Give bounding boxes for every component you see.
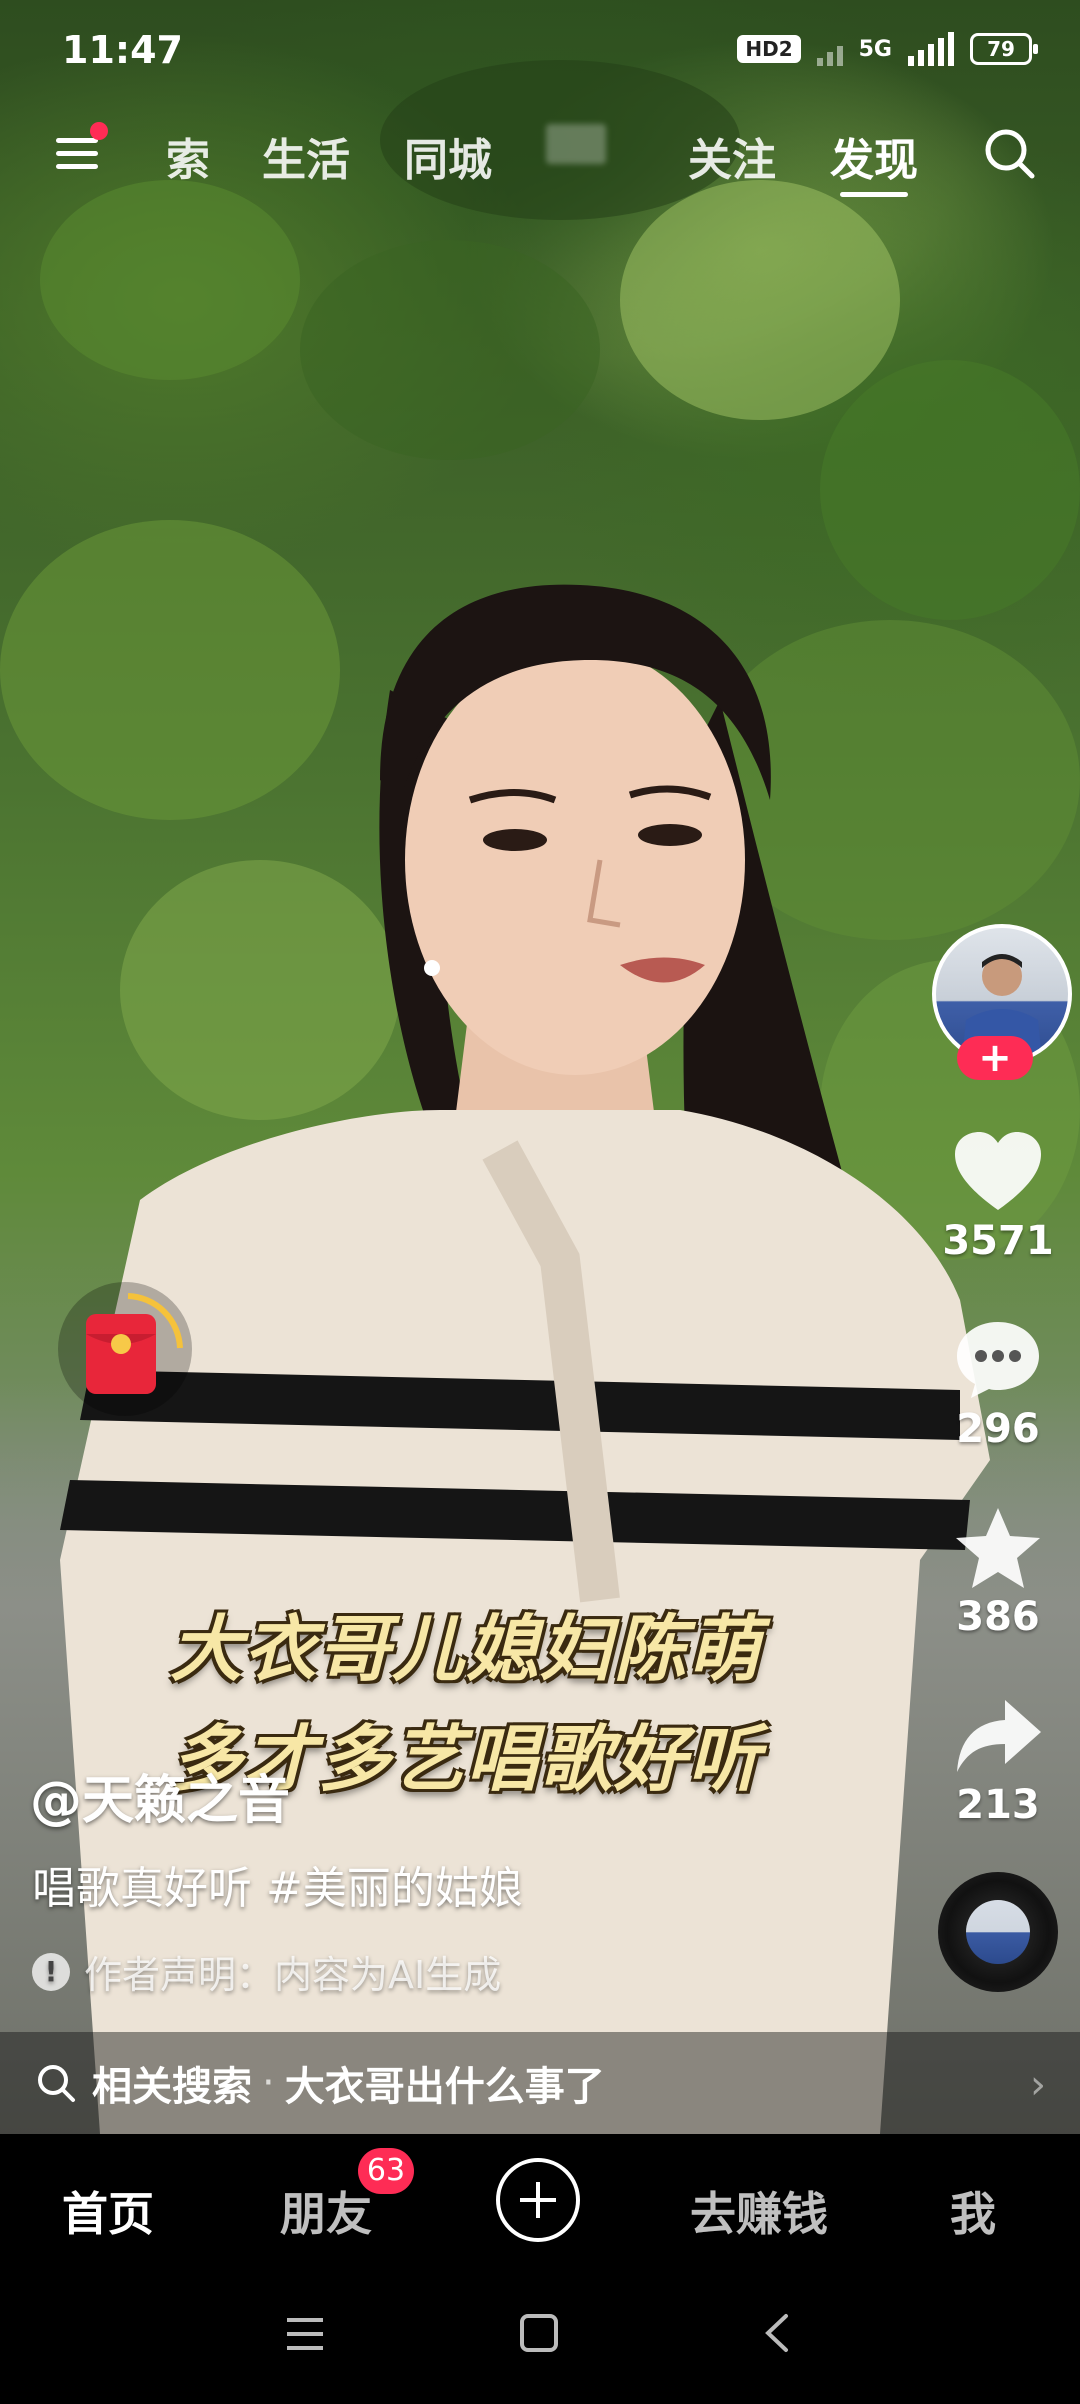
bottom-tab-bar: 首页 朋友 63 去赚钱 我 [0, 2134, 1080, 2274]
active-tab-indicator [840, 192, 908, 197]
tab-life[interactable]: 生活 [262, 124, 350, 188]
favorite-action[interactable]: 386 [918, 1506, 1078, 1640]
favorite-count: 386 [956, 1594, 1040, 1640]
tab-me[interactable]: 我 [950, 2178, 996, 2244]
tab-discover[interactable]: 发现 [830, 124, 918, 188]
tab-friends[interactable]: 朋友 [280, 2178, 372, 2244]
info-icon: ! [32, 1952, 70, 1991]
search-icon [38, 2065, 75, 2102]
tab-hidden[interactable] [546, 124, 636, 174]
signal-icon-1 [816, 32, 843, 66]
separator-dot: · [262, 2060, 275, 2106]
tab-following[interactable]: 关注 [688, 124, 776, 188]
ai-content-notice: ! 作者声明：内容为AI生成 [32, 1944, 501, 1999]
heart-icon [955, 1132, 1041, 1210]
tab-earn[interactable]: 去赚钱 [690, 2178, 828, 2244]
music-disc[interactable] [938, 1872, 1058, 1992]
home-button-icon[interactable] [520, 2314, 558, 2352]
red-packet-button[interactable] [58, 1282, 192, 1416]
star-icon [956, 1508, 1040, 1588]
hd-voice-icon: HD2 [737, 35, 801, 63]
friends-badge: 63 [358, 2148, 414, 2194]
network-label: 5G [858, 36, 892, 62]
status-indicators: HD2 5G 79 [737, 32, 1038, 66]
menu-notification-dot [90, 122, 108, 140]
tab-local[interactable]: 同城 [404, 124, 492, 188]
comment-count: 296 [956, 1406, 1040, 1452]
tab-partial[interactable]: 索 [166, 124, 210, 188]
top-nav: 索 生活 同城 关注 发现 [0, 118, 1080, 198]
music-cover-thumbnail [966, 1900, 1030, 1964]
comment-action[interactable]: 296 [918, 1318, 1078, 1452]
video-description[interactable]: 唱歌真好听 #美丽的姑娘 [32, 1852, 523, 1916]
signal-icon-2 [908, 32, 954, 66]
like-action[interactable]: 3571 [918, 1130, 1078, 1264]
video-caption-line-1: 大衣哥儿媳妇陈萌 [170, 1607, 763, 1691]
related-search-bar[interactable]: 相关搜索 · 大衣哥出什么事了 › [0, 2032, 1080, 2134]
create-post-button[interactable] [496, 2158, 580, 2242]
recent-apps-icon[interactable] [287, 2318, 323, 2350]
back-button-icon[interactable] [765, 2314, 788, 2352]
share-count: 213 [956, 1782, 1040, 1828]
share-action[interactable]: 213 [918, 1694, 1078, 1828]
comment-icon [957, 1322, 1039, 1398]
system-nav-bar [0, 2274, 1080, 2400]
related-search-label: 相关搜索 [92, 2064, 252, 2110]
like-count: 3571 [942, 1218, 1054, 1264]
red-envelope-icon [86, 1293, 183, 1394]
author-name[interactable]: @天籁之音 [30, 1758, 290, 1833]
related-search-query: 大衣哥出什么事了 [284, 2064, 605, 2110]
status-bar: 11:47 HD2 5G 79 [0, 28, 1080, 72]
share-arrow-icon [957, 1700, 1041, 1772]
battery-icon: 79 [970, 33, 1038, 65]
tab-home[interactable]: 首页 [62, 2178, 154, 2244]
status-time: 11:47 [62, 28, 183, 72]
chevron-right-icon: › [1030, 2062, 1046, 2108]
follow-button[interactable]: + [957, 1036, 1033, 1080]
search-icon[interactable] [980, 124, 1040, 184]
notice-text: 作者声明：内容为AI生成 [84, 1953, 502, 1997]
